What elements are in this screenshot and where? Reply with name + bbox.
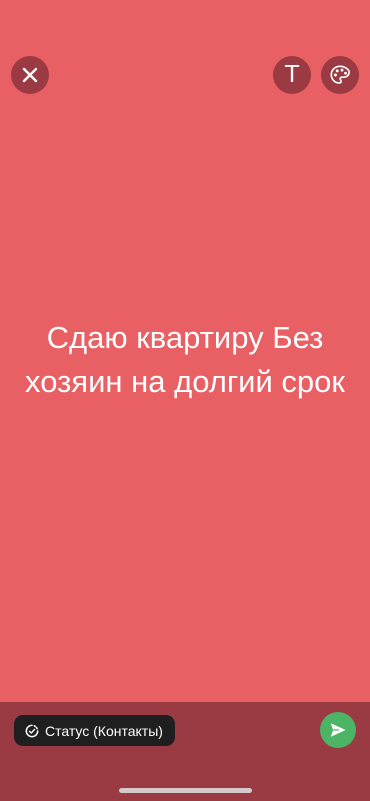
status-text[interactable]: Сдаю квартиру Без хозяин на долгий срок: [0, 316, 370, 404]
home-indicator: [119, 788, 252, 793]
close-button[interactable]: [11, 56, 49, 94]
text-tool-label: T: [284, 61, 300, 88]
status-composer-screen: T Сдаю квартиру Без хозяин на долгий сро…: [0, 0, 370, 801]
status-ring-icon: [25, 724, 39, 737]
background-color-button[interactable]: [321, 56, 359, 94]
status-privacy-chip[interactable]: Статус (Контакты): [14, 715, 175, 746]
close-icon: [22, 67, 38, 83]
bottom-bar: Статус (Контакты): [0, 702, 370, 801]
send-icon: [330, 723, 346, 737]
status-privacy-label: Статус (Контакты): [45, 722, 163, 739]
send-button[interactable]: [320, 712, 356, 748]
palette-icon: [330, 65, 350, 84]
text-tool-button[interactable]: T: [273, 56, 311, 94]
